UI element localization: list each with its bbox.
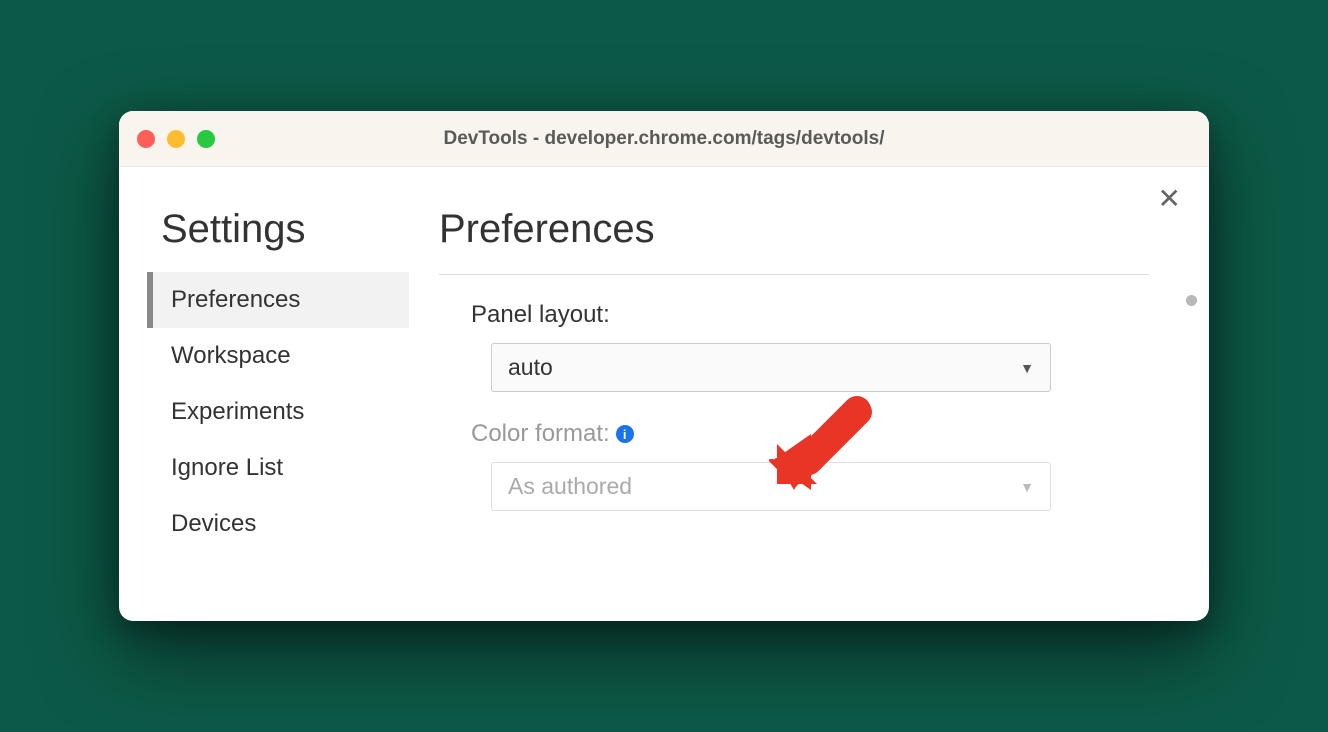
panel-layout-setting: Panel layout: auto ▼ (439, 301, 1179, 392)
info-icon[interactable]: i (616, 425, 634, 443)
sidebar-item-experiments[interactable]: Experiments (147, 384, 409, 440)
panel-layout-select[interactable]: auto ▼ (491, 343, 1051, 392)
scrollbar-thumb[interactable] (1186, 295, 1197, 306)
panel-layout-value: auto (508, 354, 553, 381)
content-area: ✕ Settings Preferences Workspace Experim… (119, 167, 1209, 621)
minimize-window-button[interactable] (167, 130, 185, 148)
window-title: DevTools - developer.chrome.com/tags/dev… (119, 128, 1209, 150)
sidebar-item-workspace[interactable]: Workspace (147, 328, 409, 384)
panel-layout-label: Panel layout: (471, 301, 1179, 329)
panel-divider (439, 274, 1149, 275)
scrollbar-track[interactable] (1185, 295, 1199, 621)
chevron-down-icon: ▼ (1020, 479, 1034, 495)
chevron-down-icon: ▼ (1020, 360, 1034, 376)
sidebar-item-devices[interactable]: Devices (147, 496, 409, 552)
sidebar-item-label: Devices (171, 510, 256, 537)
devtools-window: DevTools - developer.chrome.com/tags/dev… (119, 111, 1209, 621)
settings-sidebar: Settings Preferences Workspace Experimen… (119, 207, 409, 621)
sidebar-item-label: Workspace (171, 342, 291, 369)
color-format-select[interactable]: As authored ▼ (491, 462, 1051, 511)
sidebar-item-label: Preferences (171, 286, 300, 313)
color-format-setting: Color format: i As authored ▼ (439, 420, 1179, 511)
maximize-window-button[interactable] (197, 130, 215, 148)
close-window-button[interactable] (137, 130, 155, 148)
sidebar-item-label: Experiments (171, 398, 304, 425)
traffic-lights (137, 130, 215, 148)
preferences-panel: Preferences Panel layout: auto ▼ Color f… (409, 207, 1209, 621)
sidebar-item-preferences[interactable]: Preferences (147, 272, 409, 328)
main-content: Settings Preferences Workspace Experimen… (119, 167, 1209, 621)
color-format-label-text: Color format: (471, 420, 610, 448)
sidebar-item-label: Ignore List (171, 454, 283, 481)
window-titlebar: DevTools - developer.chrome.com/tags/dev… (119, 111, 1209, 167)
color-format-label: Color format: i (471, 420, 1179, 448)
sidebar-title: Settings (147, 207, 409, 252)
color-format-value: As authored (508, 473, 632, 500)
panel-title: Preferences (439, 207, 1179, 252)
sidebar-item-ignore-list[interactable]: Ignore List (147, 440, 409, 496)
